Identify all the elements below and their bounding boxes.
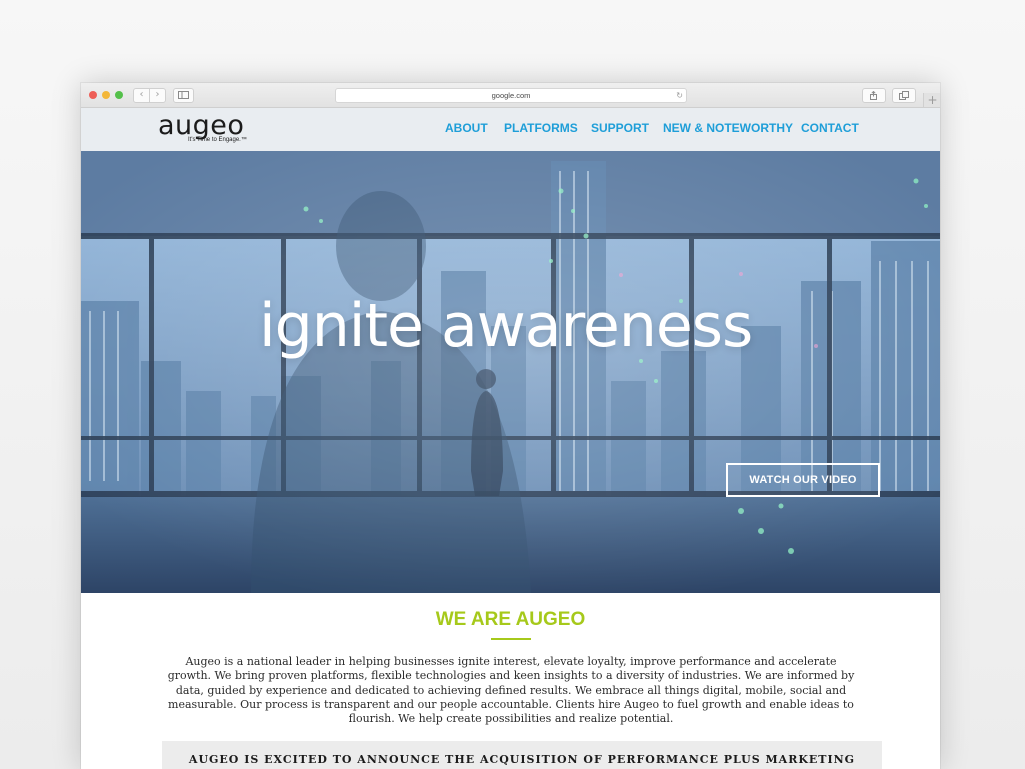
share-icon — [870, 91, 877, 100]
main-navigation: ABOUT PLATFORMS SUPPORT NEW & NOTEWORTHY… — [81, 120, 940, 136]
sidebar-toggle-button[interactable] — [173, 88, 194, 103]
hero-banner: ignite awareness WATCH OUR VIDEO — [81, 151, 940, 593]
announcement-text: AUGEO IS EXCITED TO ANNOUNCE THE ACQUISI… — [188, 753, 856, 766]
browser-window: ‹ › google.com ↻ + augeo It's Time to En… — [81, 83, 940, 769]
about-title: WE ARE AUGEO — [435, 609, 586, 630]
watch-video-button[interactable]: WATCH OUR VIDEO — [726, 463, 880, 497]
url-text: google.com — [491, 91, 531, 100]
forward-button[interactable]: › — [149, 88, 166, 103]
nav-platforms[interactable]: PLATFORMS — [504, 120, 578, 136]
tabs-icon — [899, 91, 909, 100]
address-bar[interactable]: google.com ↻ — [335, 88, 687, 103]
new-tab-button[interactable]: + — [923, 93, 940, 107]
browser-toolbar: ‹ › google.com ↻ + — [81, 83, 940, 108]
title-underline — [491, 638, 531, 640]
zoom-window-button[interactable] — [115, 91, 123, 99]
nav-new-noteworthy[interactable]: NEW & NOTEWORTHY — [663, 120, 793, 136]
minimize-window-button[interactable] — [102, 91, 110, 99]
logo-tagline: It's Time to Engage.™ — [188, 137, 247, 143]
reload-icon[interactable]: ↻ — [676, 89, 683, 102]
chevron-right-icon: › — [155, 89, 160, 100]
share-button[interactable] — [862, 88, 886, 103]
show-tabs-button[interactable] — [892, 88, 916, 103]
about-description: Augeo is a national leader in helping bu… — [167, 655, 855, 726]
sidebar-icon — [178, 91, 189, 99]
chevron-left-icon: ‹ — [139, 89, 144, 100]
site-header: augeo It's Time to Engage.™ ABOUT PLATFO… — [81, 108, 940, 151]
announcement-banner[interactable]: AUGEO IS EXCITED TO ANNOUNCE THE ACQUISI… — [162, 741, 882, 769]
nav-support[interactable]: SUPPORT — [591, 120, 649, 136]
nav-about[interactable]: ABOUT — [445, 120, 488, 136]
back-button[interactable]: ‹ — [133, 88, 150, 103]
nav-contact[interactable]: CONTACT — [801, 120, 859, 136]
hero-headline: ignite awareness — [259, 291, 753, 361]
plus-icon: + — [927, 93, 938, 107]
close-window-button[interactable] — [89, 91, 97, 99]
hero-background-image — [81, 151, 940, 593]
